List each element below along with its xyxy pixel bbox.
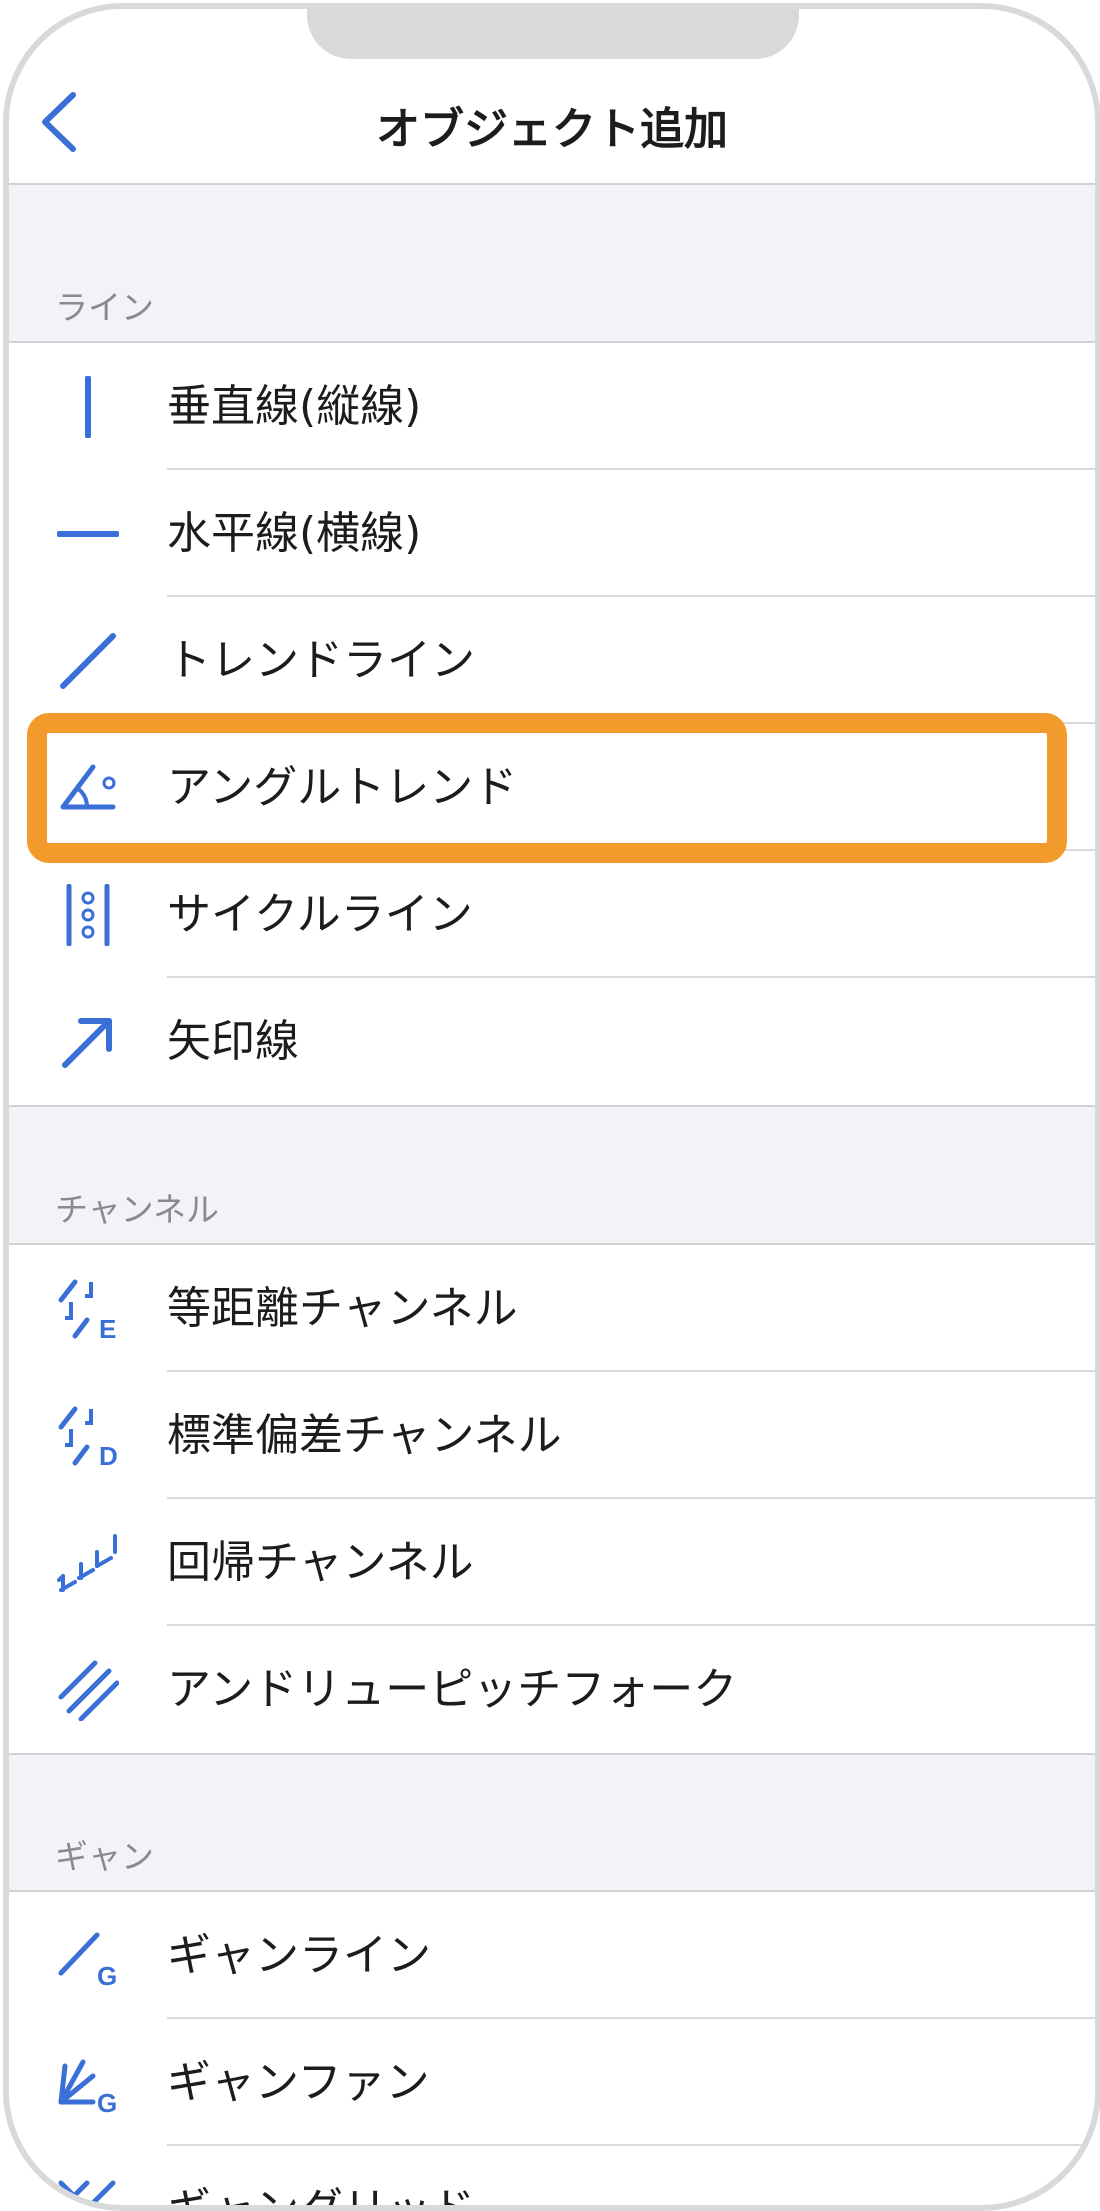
- item-label: 水平線(横線): [167, 508, 422, 559]
- list-item-vertical-line[interactable]: 垂直線(縦線): [9, 343, 1095, 470]
- section-header-gann: ギャン: [55, 1837, 154, 1876]
- highlight-frame: [27, 713, 1067, 863]
- list-item-gann-grid[interactable]: ギャングリッド: [9, 2146, 1095, 2211]
- vertical-line-icon: [85, 376, 91, 438]
- equidistant-channel-icon: E: [58, 1279, 116, 1340]
- page-title: オブジェクト追加: [376, 104, 728, 155]
- section-header-line: ライン: [55, 288, 154, 327]
- phone-frame: オブジェクト追加 ライン 垂直線(縦線) 水平線(横線) トレンドライン アング…: [3, 3, 1100, 2211]
- device-notch: [307, 9, 799, 59]
- item-label: トレンドライン: [167, 635, 475, 686]
- trendline-icon: [60, 633, 116, 689]
- item-label: 回帰チャンネル: [167, 1537, 474, 1588]
- list-item-equidistant-channel[interactable]: E 等距離チャンネル: [9, 1245, 1095, 1372]
- item-label: 矢印線: [167, 1016, 299, 1067]
- item-label: 標準偏差チャンネル: [167, 1410, 562, 1461]
- item-label: アンドリューピッチフォーク: [167, 1664, 738, 1715]
- horizontal-line-icon: [57, 531, 119, 537]
- gann-grid-icon: [58, 2180, 116, 2205]
- list-item-std-deviation-channel[interactable]: D 標準偏差チャンネル: [9, 1372, 1095, 1499]
- list-item-gann-line[interactable]: G ギャンライン: [9, 1892, 1095, 2019]
- svg-text:G: G: [97, 1961, 117, 1987]
- item-label: 等距離チャンネル: [167, 1283, 518, 1334]
- list-item-regression-channel[interactable]: 回帰チャンネル: [9, 1499, 1095, 1626]
- list-item-trendline[interactable]: トレンドライン: [9, 597, 1095, 724]
- section-list-gann: G ギャンライン G ギャンファン ギャングリッド: [9, 1890, 1095, 2211]
- section-list-channel: E 等距離チャンネル D 標準偏差チャンネル 回帰チャンネル アンドリューピッチ…: [9, 1243, 1095, 1755]
- svg-text:D: D: [99, 1441, 118, 1467]
- section-header-channel: チャンネル: [55, 1190, 220, 1229]
- item-label: サイクルライン: [167, 889, 473, 940]
- list-item-andrews-pitchfork[interactable]: アンドリューピッチフォーク: [9, 1626, 1095, 1753]
- std-deviation-channel-icon: D: [58, 1406, 118, 1467]
- arrow-line-icon: [62, 1018, 112, 1068]
- regression-channel-icon: [57, 1534, 117, 1592]
- list-item-cycle-lines[interactable]: サイクルライン: [9, 851, 1095, 978]
- cycle-lines-icon: [66, 884, 110, 946]
- item-label: ギャングリッド: [167, 2184, 475, 2211]
- andrews-pitchfork-icon: [58, 1660, 119, 1721]
- gann-fan-icon: G: [58, 2059, 117, 2114]
- list-item-arrow-line[interactable]: 矢印線: [9, 978, 1095, 1105]
- item-label: ギャンライン: [167, 1930, 431, 1981]
- svg-text:G: G: [97, 2088, 117, 2114]
- gann-line-icon: G: [58, 1932, 117, 1987]
- list-item-gann-fan[interactable]: G ギャンファン: [9, 2019, 1095, 2146]
- item-label: ギャンファン: [167, 2057, 430, 2108]
- svg-text:E: E: [99, 1314, 116, 1340]
- list-item-horizontal-line[interactable]: 水平線(横線): [9, 470, 1095, 597]
- item-label: 垂直線(縦線): [167, 381, 422, 432]
